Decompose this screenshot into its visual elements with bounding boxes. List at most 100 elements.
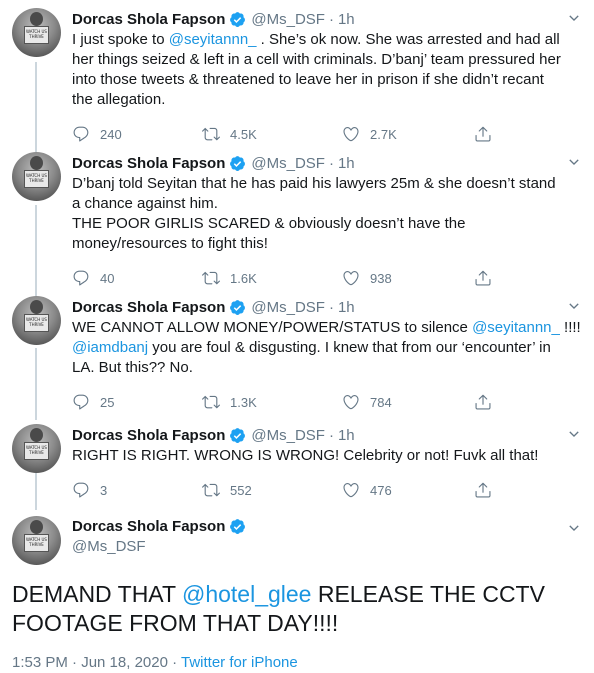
text-line: a chance against him. <box>72 194 584 214</box>
tweet-header: Dorcas Shola Fapson @Ms_DSF · 1h <box>72 424 355 446</box>
chevron-down-icon[interactable] <box>566 154 582 170</box>
text-segment: D’banj told Seyitan that he has paid his… <box>72 175 556 192</box>
mention-link[interactable]: @seyitannn_ <box>169 31 257 48</box>
avatar-sign: WATCH US THRIVE <box>24 534 49 552</box>
author-name[interactable]: Dorcas Shola Fapson <box>72 155 225 172</box>
reply-count: 240 <box>100 126 122 142</box>
retweet-button[interactable]: 1.3K <box>202 392 257 412</box>
chevron-down-icon[interactable] <box>566 426 582 442</box>
share-button[interactable] <box>474 392 502 412</box>
tweet-timestamp[interactable]: 1:53 PM · Jun 18, 2020 <box>12 654 168 671</box>
avatar-sign: WATCH US THRIVE <box>24 442 49 460</box>
text-line: @iamdbanj you are foul & disgusting. I k… <box>72 338 584 358</box>
share-button[interactable] <box>474 124 502 144</box>
text-line: LA. But this?? No. <box>72 358 584 378</box>
like-button[interactable]: 938 <box>342 268 392 288</box>
tweet-text: WE CANNOT ALLOW MONEY/POWER/STATUS to si… <box>72 318 584 378</box>
separator-dot: · <box>328 154 334 172</box>
tweet-header: Dorcas Shola Fapson @Ms_DSF · 1h <box>72 8 355 30</box>
share-button[interactable] <box>474 268 502 288</box>
author-avatar[interactable]: WATCH US THRIVE <box>12 516 61 565</box>
author-name[interactable]: Dorcas Shola Fapson <box>72 11 225 28</box>
author-name[interactable]: Dorcas Shola Fapson <box>72 299 225 316</box>
text-segment: you are foul & disgusting. I knew that f… <box>148 339 551 356</box>
verified-badge-icon <box>230 519 246 534</box>
text-segment: RIGHT IS RIGHT. WRONG IS WRONG! Celebrit… <box>72 447 539 464</box>
avatar-sign: WATCH US THRIVE <box>24 26 49 44</box>
verified-badge-icon <box>230 11 246 27</box>
retweet-button[interactable]: 552 <box>202 480 252 500</box>
mention-link[interactable]: @iamdbanj <box>72 339 148 356</box>
thread-connector <box>35 62 37 154</box>
reply-button[interactable]: 25 <box>72 392 114 412</box>
retweet-icon <box>202 271 220 285</box>
chevron-down-icon[interactable] <box>566 298 582 314</box>
like-count: 476 <box>370 482 392 498</box>
author-avatar[interactable]: WATCH US THRIVE <box>12 152 61 201</box>
share-icon <box>475 394 491 410</box>
like-count: 784 <box>370 394 392 410</box>
retweet-button[interactable]: 4.5K <box>202 124 257 144</box>
verified-badge-icon <box>230 299 246 315</box>
main-author-name[interactable]: Dorcas Shola Fapson <box>72 518 246 535</box>
separator-dot: · <box>328 10 334 28</box>
author-handle[interactable]: @Ms_DSF <box>251 427 325 444</box>
retweet-count: 1.3K <box>230 394 257 410</box>
like-count: 2.7K <box>370 126 397 142</box>
tweet-metadata: 1:53 PM · Jun 18, 2020 · Twitter for iPh… <box>12 654 298 671</box>
chevron-down-icon[interactable] <box>566 10 582 26</box>
reply-icon <box>73 394 89 410</box>
reply-button[interactable]: 240 <box>72 124 122 144</box>
author-avatar[interactable]: WATCH US THRIVE <box>12 424 61 473</box>
avatar-sign: WATCH US THRIVE <box>24 314 49 332</box>
author-handle[interactable]: @Ms_DSF <box>251 11 325 28</box>
like-button[interactable]: 476 <box>342 480 392 500</box>
retweet-icon <box>202 395 220 409</box>
text-segment: her things seized & left in a cell with … <box>72 51 561 68</box>
tweet-time[interactable]: 1h <box>338 427 355 444</box>
like-button[interactable]: 2.7K <box>342 124 397 144</box>
tweet-time[interactable]: 1h <box>338 11 355 28</box>
verified-badge-icon <box>230 427 246 443</box>
tweet-time[interactable]: 1h <box>338 299 355 316</box>
share-icon <box>475 482 491 498</box>
reply-count: 40 <box>100 270 115 286</box>
main-author-handle[interactable]: @Ms_DSF <box>72 538 146 555</box>
author-avatar[interactable]: WATCH US THRIVE <box>12 8 61 57</box>
text-line: THE POOR GIRLIS SCARED & obviously doesn… <box>72 214 584 234</box>
retweet-count: 1.6K <box>230 270 257 286</box>
tweet-time[interactable]: 1h <box>338 155 355 172</box>
share-icon <box>475 126 491 142</box>
share-button[interactable] <box>474 480 502 500</box>
text-segment: !!!! <box>559 319 581 336</box>
separator-dot: · <box>328 426 334 444</box>
retweet-icon <box>202 127 220 141</box>
text-segment: LA. But this?? No. <box>72 359 193 376</box>
retweet-button[interactable]: 1.6K <box>202 268 257 288</box>
author-handle[interactable]: @Ms_DSF <box>251 299 325 316</box>
thread-connector <box>35 205 37 297</box>
text-segment: WE CANNOT ALLOW MONEY/POWER/STATUS to si… <box>72 319 473 336</box>
like-button[interactable]: 784 <box>342 392 392 412</box>
text-line: RIGHT IS RIGHT. WRONG IS WRONG! Celebrit… <box>72 446 584 466</box>
tweet-header: Dorcas Shola Fapson @Ms_DSF · 1h <box>72 152 355 174</box>
reply-button[interactable]: 40 <box>72 268 114 288</box>
text-segment: . She’s ok now. She was arrested and had… <box>256 31 560 48</box>
separator-dot: · <box>328 298 334 316</box>
tweet-source-link[interactable]: Twitter for iPhone <box>181 654 298 671</box>
author-handle[interactable]: @Ms_DSF <box>251 155 325 172</box>
like-count: 938 <box>370 270 392 286</box>
text-line: into those tweets & threatened to leave … <box>72 70 584 90</box>
avatar-sign: WATCH US THRIVE <box>24 170 49 188</box>
author-avatar[interactable]: WATCH US THRIVE <box>12 296 61 345</box>
reply-button[interactable]: 3 <box>72 480 107 500</box>
mention-link[interactable]: @seyitannn_ <box>472 319 560 336</box>
retweet-icon <box>202 483 220 497</box>
chevron-down-icon[interactable] <box>566 520 582 536</box>
text-line: money/resources to fight this! <box>72 234 584 254</box>
author-name[interactable]: Dorcas Shola Fapson <box>72 427 225 444</box>
reply-count: 3 <box>100 482 108 498</box>
mention-link[interactable]: @hotel_glee <box>182 581 312 607</box>
tweet-actions: 240 4.5K 2.7K <box>72 124 512 144</box>
text-segment: into those tweets & threatened to leave … <box>72 71 544 88</box>
